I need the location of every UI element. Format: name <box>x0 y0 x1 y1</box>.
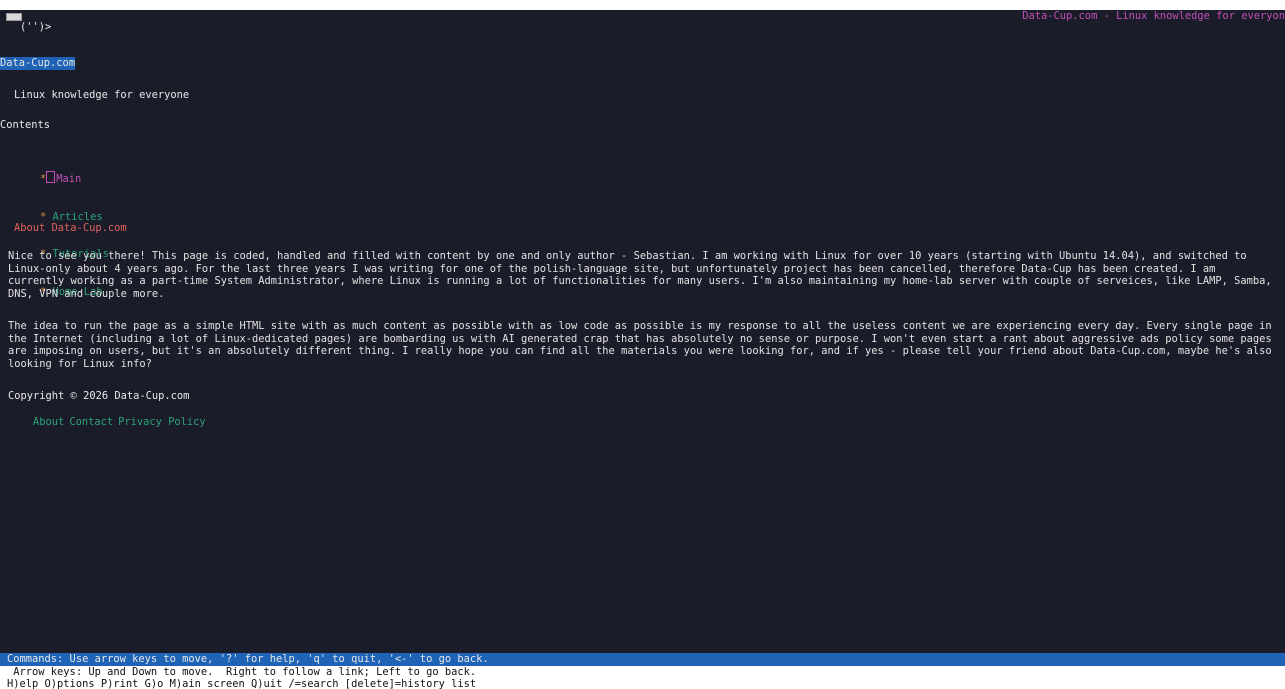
help-line-arrows: Arrow keys: Up and Down to move. Right t… <box>0 666 1285 679</box>
footer-link-contact[interactable]: Contact <box>69 416 113 428</box>
about-heading: About Data-Cup.com <box>14 222 127 234</box>
footer-links: About Contact Privacy Policy <box>8 403 211 441</box>
site-header-link[interactable]: Data-Cup.com <box>0 57 76 70</box>
footer-link-privacy-policy[interactable]: Privacy Policy <box>118 416 206 428</box>
cursor-icon <box>46 171 56 183</box>
contents-heading: Contents <box>0 119 51 131</box>
logo-icon <box>6 13 22 21</box>
site-tagline: Linux knowledge for everyone <box>14 89 190 101</box>
about-paragraph-2: The idea to run the page as a simple HTM… <box>8 320 1272 370</box>
logo-glyph: ('')> <box>20 21 52 33</box>
footer-link-about[interactable]: About <box>33 416 64 428</box>
copyright-text: Copyright © 2026 Data-Cup.com <box>8 390 190 402</box>
bullet-icon: * <box>40 210 47 223</box>
terminal-window: ('')> Data-Cup.com - Linux knowledge for… <box>0 10 1285 689</box>
help-line-commands: H)elp O)ptions P)rint G)o M)ain screen Q… <box>0 678 1285 689</box>
command-status-bar: Commands: Use arrow keys to move, '?' fo… <box>0 653 1285 666</box>
window-title: Data-Cup.com - Linux knowledge for every… <box>1022 10 1285 22</box>
about-paragraph-1: Nice to see you there! This page is code… <box>8 250 1272 300</box>
menu-item-main[interactable]: * Main <box>40 171 109 186</box>
